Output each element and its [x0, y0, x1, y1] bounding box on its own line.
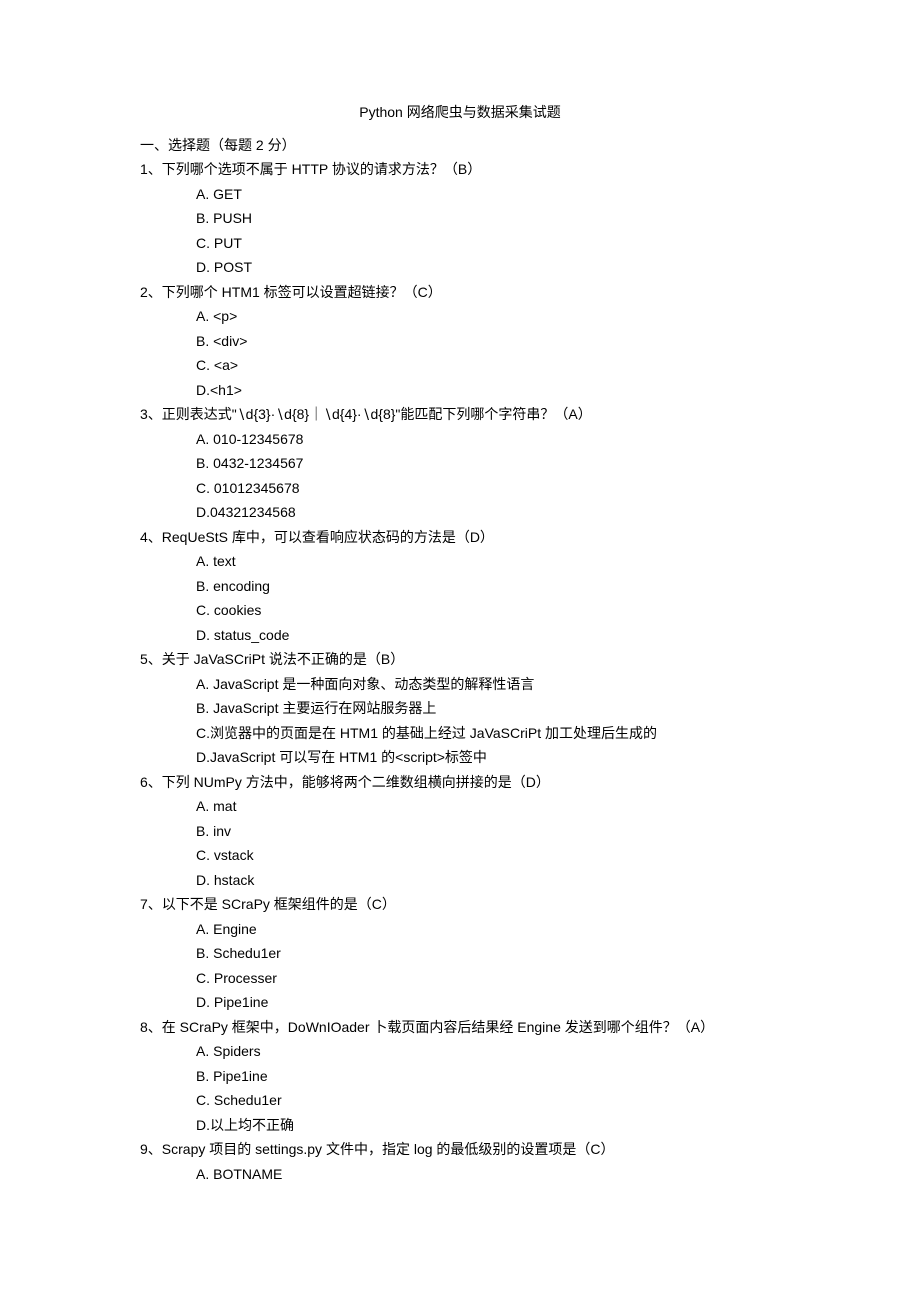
question-3-stem: 3、正则表达式"∖d{3}·∖d{8}｜∖d{4}·∖d{8}"能匹配下列哪个字… — [140, 402, 780, 427]
question-1-stem: 1、下列哪个选项不属于 HTTP 协议的请求方法？（B） — [140, 157, 780, 182]
q1-option-b: B. PUSH — [196, 206, 780, 231]
q6-option-b: B. inv — [196, 819, 780, 844]
q8-option-c: C. Schedu1er — [196, 1088, 780, 1113]
q5-option-d: D.JavaScript 可以写在 HTM1 的<script>标签中 — [196, 745, 780, 770]
q2-option-c: C. <a> — [196, 353, 780, 378]
question-5-stem: 5、关于 JaVaSCriPt 说法不正确的是（B） — [140, 647, 780, 672]
q7-option-c: C. Processer — [196, 966, 780, 991]
question-8-stem: 8、在 SCraPy 框架中，DoWnIOader 卜载页面内容后结果经 Eng… — [140, 1015, 780, 1040]
question-3-options: A. 010-12345678 B. 0432-1234567 C. 01012… — [140, 427, 780, 525]
question-9-options: A. BOTNAME — [140, 1162, 780, 1187]
q2-option-b: B. <div> — [196, 329, 780, 354]
q2-option-a: A. <p> — [196, 304, 780, 329]
question-4-options: A. text B. encoding C. cookies D. status… — [140, 549, 780, 647]
q3-option-d: D.04321234568 — [196, 500, 780, 525]
question-4-stem: 4、ReqUeStS 库中，可以查看响应状态码的方法是（D） — [140, 525, 780, 550]
question-6-options: A. mat B. inv C. vstack D. hstack — [140, 794, 780, 892]
q4-option-c: C. cookies — [196, 598, 780, 623]
document-title: Python 网络爬虫与数据采集试题 — [140, 100, 780, 125]
q8-option-a: A. Spiders — [196, 1039, 780, 1064]
q7-option-a: A. Engine — [196, 917, 780, 942]
q7-option-d: D. Pipe1ine — [196, 990, 780, 1015]
q5-option-c: C.浏览器中的页面是在 HTM1 的基础上经过 JaVaSCriPt 加工处理后… — [196, 721, 780, 746]
q3-option-b: B. 0432-1234567 — [196, 451, 780, 476]
question-2-options: A. <p> B. <div> C. <a> D.<h1> — [140, 304, 780, 402]
section-1-title: 一、选择题（每题 2 分） — [140, 133, 780, 158]
question-7-options: A. Engine B. Schedu1er C. Processer D. P… — [140, 917, 780, 1015]
q8-option-b: B. Pipe1ine — [196, 1064, 780, 1089]
q3-option-c: C. 01012345678 — [196, 476, 780, 501]
question-7-stem: 7、以下不是 SCraPy 框架组件的是（C） — [140, 892, 780, 917]
q2-option-d: D.<h1> — [196, 378, 780, 403]
q4-option-a: A. text — [196, 549, 780, 574]
q1-option-d: D. POST — [196, 255, 780, 280]
q6-option-c: C. vstack — [196, 843, 780, 868]
question-6-stem: 6、下列 NUmPy 方法中，能够将两个二维数组横向拼接的是（D） — [140, 770, 780, 795]
question-9-stem: 9、Scrapy 项目的 settings.py 文件中，指定 log 的最低级… — [140, 1137, 780, 1162]
q8-option-d: D.以上均不正确 — [196, 1113, 780, 1138]
question-5-options: A. JavaScript 是一种面向对象、动态类型的解释性语言 B. Java… — [140, 672, 780, 770]
q5-option-b: B. JavaScript 主要运行在网站服务器上 — [196, 696, 780, 721]
q4-option-b: B. encoding — [196, 574, 780, 599]
q6-option-d: D. hstack — [196, 868, 780, 893]
q1-option-a: A. GET — [196, 182, 780, 207]
question-8-options: A. Spiders B. Pipe1ine C. Schedu1er D.以上… — [140, 1039, 780, 1137]
question-2-stem: 2、下列哪个 HTM1 标签可以设置超链接？（C） — [140, 280, 780, 305]
q9-option-a: A. BOTNAME — [196, 1162, 780, 1187]
q7-option-b: B. Schedu1er — [196, 941, 780, 966]
q4-option-d: D. status_code — [196, 623, 780, 648]
question-1-options: A. GET B. PUSH C. PUT D. POST — [140, 182, 780, 280]
q5-option-a: A. JavaScript 是一种面向对象、动态类型的解释性语言 — [196, 672, 780, 697]
q3-option-a: A. 010-12345678 — [196, 427, 780, 452]
q1-option-c: C. PUT — [196, 231, 780, 256]
q6-option-a: A. mat — [196, 794, 780, 819]
